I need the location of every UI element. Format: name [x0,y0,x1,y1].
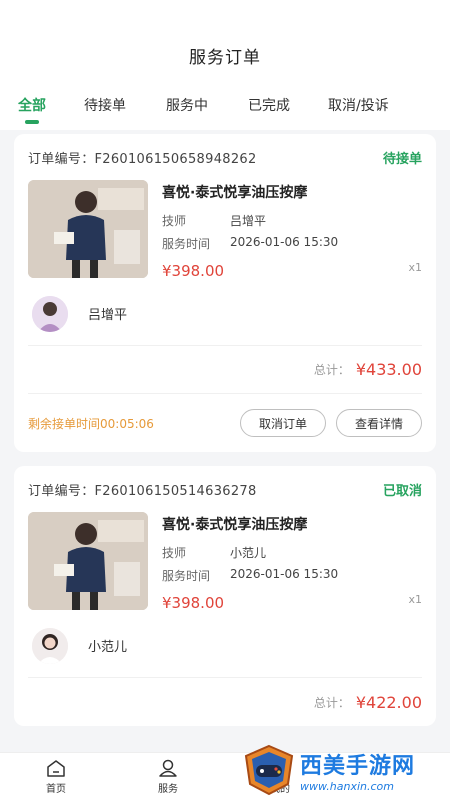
total-amount: ¥433.00 [355,360,422,379]
action-buttons: 取消订单 查看详情 [230,409,422,437]
watermark-title: 西美手游网 [300,753,416,779]
goods-item[interactable]: 喜悦·泰式悦享油压按摩 技师 小范儿 服务时间 2026-01-06 15:30… [28,512,422,614]
tab-pending[interactable]: 待接单 [84,80,126,130]
order-list: 订单编号：F260106150658948262 待接单 喜悦·泰式悦享油压按摩 [14,134,436,740]
gamepad-logo-icon [244,744,294,796]
order-status: 已取消 [382,483,422,499]
order-number: 订单编号：F260106150658948262 [28,151,257,167]
watermark-url: www.hanxin.com [300,779,394,793]
service-time-value: 2026-01-06 15:30 [230,235,339,249]
order-header: 订单编号：F260106150658948262 待接单 [28,134,422,180]
technician-avatar [32,295,68,332]
unit-price: ¥398.00 [162,594,225,612]
order-card[interactable]: 订单编号：F260106150514636278 已取消 喜悦·泰式悦享油压按摩 [14,466,436,726]
tabbar-home-label: 首页 [46,784,66,795]
service-thumbnail [28,180,148,278]
tab-in-service[interactable]: 服务中 [166,80,208,130]
tab-completed[interactable]: 已完成 [248,80,290,130]
total-label: 总计： [313,695,350,710]
watermark-text: 西美手游网 www.hanxin.com [300,748,415,793]
order-header: 订单编号：F260106150514636278 已取消 [28,466,422,512]
cancel-order-button[interactable]: 取消订单 [239,409,326,437]
technician-avatar [32,627,68,664]
quantity: x1 [408,261,422,274]
goods-info: 喜悦·泰式悦享油压按摩 技师 吕增平 服务时间 2026-01-06 15:30… [162,180,422,282]
technician-card[interactable]: 吕增平 [28,282,422,346]
total-row: 总计： ¥422.00 [28,678,422,726]
service-title: 喜悦·泰式悦享油压按摩 [162,517,308,533]
home-icon [47,760,65,777]
goods-info: 喜悦·泰式悦享油压按摩 技师 小范儿 服务时间 2026-01-06 15:30… [162,512,422,614]
action-row: 剩余接单时间00:05:06 取消订单 查看详情 [28,394,422,452]
watermark: 西美手游网 www.hanxin.com [242,740,442,800]
order-number: 订单编号：F260106150514636278 [28,483,257,499]
service-thumbnail [28,512,148,610]
tab-all[interactable]: 全部 [18,80,46,130]
order-card[interactable]: 订单编号：F260106150658948262 待接单 喜悦·泰式悦享油压按摩 [14,134,436,452]
order-tabs: 全部 待接单 服务中 已完成 取消/投诉 [0,80,450,130]
tabbar-home[interactable]: 首页 [0,753,112,800]
page-title: 服务订单 [189,48,261,68]
service-time-label: 服务时间 [162,237,211,251]
goods-item[interactable]: 喜悦·泰式悦享油压按摩 技师 吕增平 服务时间 2026-01-06 15:30… [28,180,422,282]
technician-value: 吕增平 [230,214,267,228]
order-status: 待接单 [382,151,422,167]
tabbar-service-label: 服务 [158,784,178,795]
service-time-row: 服务时间 2026-01-06 15:30 [162,567,422,584]
technician-name: 小范儿 [88,640,128,655]
total-amount: ¥422.00 [355,692,422,712]
tab-cancel-complaint[interactable]: 取消/投诉 [328,80,389,130]
accept-countdown: 剩余接单时间00:05:06 [28,416,154,431]
service-time-value: 2026-01-06 15:30 [230,567,339,581]
service-time-label: 服务时间 [162,569,211,583]
header: 服务订单 [0,0,450,80]
total-row: 总计： ¥433.00 [28,346,422,394]
technician-label: 技师 [162,214,187,228]
service-title: 喜悦·泰式悦享油压按摩 [162,185,308,201]
total-label: 总计： [313,363,350,377]
technician-row: 技师 吕增平 [162,212,422,229]
technician-name: 吕增平 [88,308,128,323]
service-icon [159,759,177,777]
unit-price: ¥398.00 [162,262,225,280]
service-time-row: 服务时间 2026-01-06 15:30 [162,235,422,252]
technician-row: 技师 小范儿 [162,544,422,561]
view-details-button[interactable]: 查看详情 [335,409,422,437]
technician-label: 技师 [162,546,187,560]
quantity: x1 [408,593,422,606]
technician-card[interactable]: 小范儿 [28,614,422,678]
technician-value: 小范儿 [230,546,267,560]
tabbar-service[interactable]: 服务 [112,753,224,800]
